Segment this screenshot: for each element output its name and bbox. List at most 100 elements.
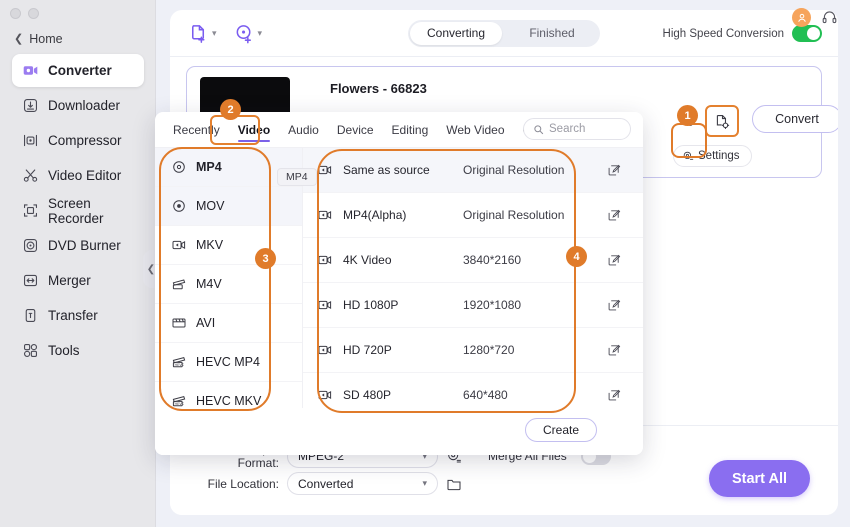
high-speed-toggle[interactable]: [792, 25, 822, 42]
file-location-select[interactable]: Converted ▾: [287, 472, 438, 495]
sidebar-item-transfer[interactable]: Transfer: [12, 299, 144, 332]
format-item-hevc-mp4[interactable]: HEVC HEVC MP4: [155, 343, 302, 382]
hevc-mp4-icon: HEVC: [172, 356, 186, 368]
sidebar-item-label: Tools: [48, 343, 80, 358]
sidebar-item-dvd-burner[interactable]: DVD Burner: [12, 229, 144, 262]
top-right-icons: [792, 8, 838, 27]
video-file-icon: [318, 165, 332, 175]
tab-converting[interactable]: Converting: [410, 22, 502, 45]
sidebar-item-screen-recorder[interactable]: Screen Recorder: [12, 194, 144, 227]
tab-web-video[interactable]: Web Video: [438, 120, 512, 140]
resolution-value: Original Resolution: [463, 163, 565, 177]
format-label: HEVC MKV: [196, 394, 262, 408]
resolution-value: 1280*720: [463, 343, 515, 357]
home-breadcrumb[interactable]: ❮ Home: [14, 32, 63, 46]
minimize-button[interactable]: [28, 8, 39, 19]
svg-text:HEVC: HEVC: [175, 402, 185, 406]
home-label: Home: [29, 32, 63, 46]
format-search-box[interactable]: Search: [523, 118, 631, 140]
add-file-button[interactable]: ▾: [188, 23, 217, 44]
format-label: MKV: [196, 238, 224, 252]
mkv-icon: [172, 240, 186, 250]
sidebar-item-downloader[interactable]: Downloader: [12, 89, 144, 122]
high-speed-label: High Speed Conversion: [662, 27, 784, 40]
resolution-row[interactable]: Same as source Original Resolution: [303, 148, 643, 193]
chevron-left-icon: ❮: [14, 32, 24, 45]
resolution-list: Same as source Original Resolution MP4(A…: [303, 148, 643, 408]
video-file-icon: [318, 345, 332, 355]
format-list: MP4 MOV MKV M4V AVI HEVC HEVC MP4 HEVC H…: [155, 148, 303, 408]
edit-pencil-icon[interactable]: [607, 253, 621, 267]
sidebar-item-video-editor[interactable]: Video Editor: [12, 159, 144, 192]
search-icon: [534, 124, 544, 134]
add-dvd-icon: [236, 24, 251, 43]
top-toolbar: ▾ ▾ Converting Finished High Speed Conve…: [170, 10, 838, 57]
sidebar-item-converter[interactable]: Converter: [12, 54, 144, 87]
video-file-icon: [318, 390, 332, 400]
convert-button[interactable]: Convert: [752, 105, 838, 133]
sidebar-item-label: Screen Recorder: [48, 195, 104, 226]
resolution-row[interactable]: SD 480P 640*480: [303, 373, 643, 408]
toolbar-left-group: ▾ ▾: [170, 23, 262, 44]
close-button[interactable]: [10, 8, 21, 19]
tab-device[interactable]: Device: [329, 120, 382, 140]
resolution-name: HD 1080P: [343, 298, 399, 312]
resolution-row[interactable]: 4K Video 3840*2160: [303, 238, 643, 283]
resolution-name: 4K Video: [343, 253, 392, 267]
format-label: MOV: [196, 199, 225, 213]
format-item-hevc-mkv[interactable]: HEVC HEVC MKV: [155, 382, 302, 408]
tab-finished[interactable]: Finished: [506, 22, 598, 45]
sidebar-item-label: Converter: [48, 63, 112, 78]
start-all-button[interactable]: Start All: [709, 460, 810, 497]
disc-icon: [23, 238, 38, 253]
m4v-icon: [172, 279, 186, 290]
resolution-row[interactable]: MP4(Alpha) Original Resolution: [303, 193, 643, 238]
downloader-icon: [23, 98, 38, 113]
add-dvd-button[interactable]: ▾: [234, 23, 263, 44]
search-placeholder: Search: [549, 123, 586, 135]
edit-pencil-icon[interactable]: [607, 343, 621, 357]
app-window: ❮ Home Converter Downloader Compressor V…: [0, 0, 850, 527]
tab-audio[interactable]: Audio: [280, 120, 327, 140]
format-dropdown-panel: Recently Video Audio Device Editing Web …: [155, 112, 643, 455]
resolution-row[interactable]: HD 1080P 1920*1080: [303, 283, 643, 328]
converter-icon: [23, 66, 38, 75]
window-traffic-lights[interactable]: [10, 8, 39, 19]
gear-icon: [683, 151, 694, 160]
sidebar-item-compressor[interactable]: Compressor: [12, 124, 144, 157]
format-label: MP4: [196, 160, 222, 174]
edit-pencil-icon[interactable]: [607, 298, 621, 312]
resolution-name: Same as source: [343, 163, 430, 177]
tab-editing[interactable]: Editing: [384, 120, 437, 140]
tab-video[interactable]: Video: [230, 120, 278, 142]
folder-icon[interactable]: [446, 476, 462, 492]
video-file-icon: [318, 300, 332, 310]
file-name: Flowers - 66823: [330, 81, 427, 96]
hevc-mkv-icon: HEVC: [172, 395, 186, 407]
format-item-mkv[interactable]: MKV: [155, 226, 302, 265]
format-item-m4v[interactable]: M4V: [155, 265, 302, 304]
edit-pencil-icon[interactable]: [607, 388, 621, 402]
edit-pencil-icon[interactable]: [607, 163, 621, 177]
file-settings-button[interactable]: [705, 105, 739, 137]
sidebar-item-label: Downloader: [48, 98, 121, 113]
resolution-name: MP4(Alpha): [343, 208, 407, 222]
settings-chip[interactable]: Settings: [673, 145, 752, 167]
sidebar-item-label: Compressor: [48, 133, 122, 148]
resolution-row[interactable]: HD 720P 1280*720: [303, 328, 643, 373]
sidebar-item-tools[interactable]: Tools: [12, 334, 144, 367]
resolution-value: Original Resolution: [463, 208, 565, 222]
user-avatar[interactable]: [792, 8, 811, 27]
add-file-icon: [192, 24, 205, 43]
format-item-avi[interactable]: AVI: [155, 304, 302, 343]
create-button[interactable]: Create: [525, 418, 597, 442]
tab-recently[interactable]: Recently: [165, 120, 228, 140]
sidebar-item-merger[interactable]: Merger: [12, 264, 144, 297]
video-file-icon: [318, 255, 332, 265]
format-item-mov[interactable]: MOV: [155, 187, 302, 226]
headset-icon[interactable]: [821, 9, 838, 26]
chevron-down-icon: ▾: [422, 478, 427, 488]
file-location-label: File Location:: [207, 476, 279, 491]
edit-pencil-icon[interactable]: [607, 208, 621, 222]
chevron-down-icon: ▾: [257, 27, 263, 38]
